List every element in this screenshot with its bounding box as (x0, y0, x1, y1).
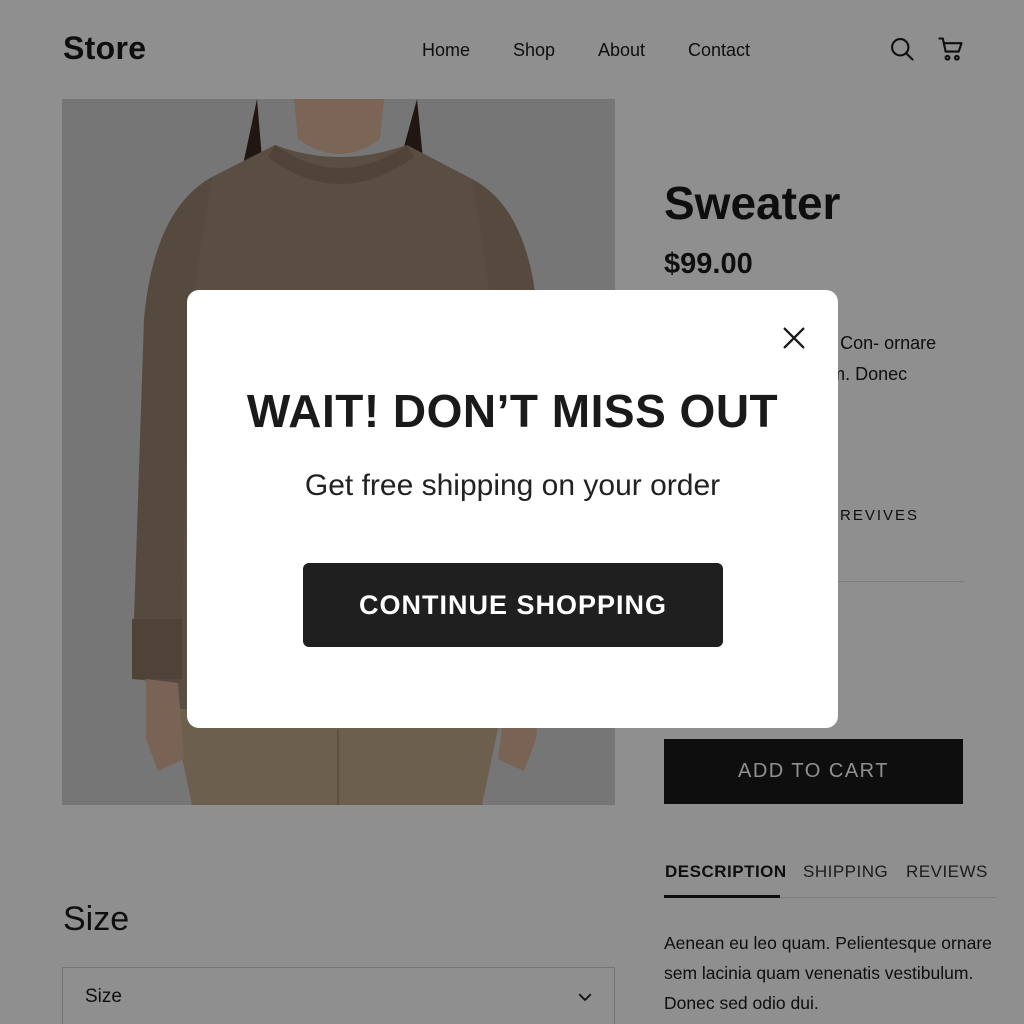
close-icon[interactable] (780, 324, 808, 352)
product-page: Store Home Shop About Contact Sweater $9… (0, 0, 1024, 1024)
modal-subtitle: Get free shipping on your order (304, 469, 721, 502)
modal-title: WAIT! DON’T MISS OUT (246, 385, 779, 437)
promo-modal: WAIT! DON’T MISS OUT Get free shipping o… (187, 290, 838, 728)
continue-shopping-button[interactable]: CONTINUE SHOPPING (303, 563, 723, 647)
